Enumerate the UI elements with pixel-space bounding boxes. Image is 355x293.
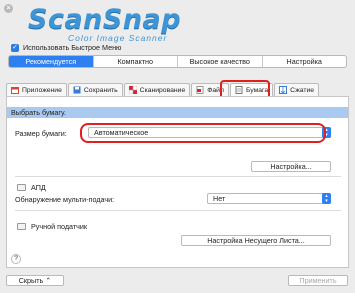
profile-compact[interactable]: Компактно xyxy=(94,56,178,67)
settings-tabs: Приложение Сохранить Сканирование Файл Б… xyxy=(6,83,320,96)
adf-icon xyxy=(17,184,26,191)
select-stepper-icon: ▴ ▾ xyxy=(322,193,331,204)
tab-save-label: Сохранить xyxy=(83,86,118,94)
multifeed-select[interactable]: Нет ▴ ▾ xyxy=(207,193,331,204)
section-divider xyxy=(15,176,341,177)
carrier-sheet-settings-button[interactable]: Настройка Несущего Листа... xyxy=(181,235,331,246)
logo-title: ScanSnap xyxy=(28,4,182,35)
section-divider xyxy=(15,210,341,211)
quick-menu-label: Использовать Быстрое Меню xyxy=(23,43,122,52)
hide-button[interactable]: Скрыть ⌃ xyxy=(6,275,64,286)
paper-settings-panel: Выбрать бумагу. Размер бумаги: Автоматич… xyxy=(6,96,349,268)
adf-label: АПД xyxy=(31,183,46,192)
paper-size-label: Размер бумаги: xyxy=(15,129,67,138)
profile-custom[interactable]: Настройка xyxy=(263,56,347,67)
tab-scanning[interactable]: Сканирование xyxy=(123,83,191,96)
apply-button[interactable]: Применить xyxy=(288,275,348,286)
chevron-up-icon: ⌃ xyxy=(45,276,52,285)
file-icon xyxy=(196,86,204,94)
hide-button-label: Скрыть xyxy=(18,276,44,285)
quick-menu-checkbox[interactable]: ✓ xyxy=(11,43,19,52)
help-button[interactable]: ? xyxy=(11,254,21,264)
quick-menu-option[interactable]: ✓ Использовать Быстрое Меню xyxy=(11,43,121,52)
scansnap-logo: ScanSnap Color Image Scanner xyxy=(28,4,328,43)
compression-icon xyxy=(279,86,288,94)
multifeed-label: Обнаружение мульти-подачи: xyxy=(15,195,115,204)
scan-icon xyxy=(128,85,137,95)
application-icon xyxy=(11,86,19,94)
manual-feeder-label: Ручной податчик xyxy=(31,222,88,231)
scansnap-settings-window: × ScanSnap Color Image Scanner ✓ Использ… xyxy=(0,0,355,293)
highlight-paper-size xyxy=(80,123,326,143)
tab-application-label: Приложение xyxy=(22,86,62,94)
panel-title: Выбрать бумагу. xyxy=(7,107,348,118)
manual-feeder-icon xyxy=(17,223,26,230)
save-icon xyxy=(73,86,81,94)
close-icon[interactable]: × xyxy=(4,4,13,13)
tab-application[interactable]: Приложение xyxy=(6,83,67,96)
paper-settings-button[interactable]: Настройка... xyxy=(251,161,331,172)
profile-recommended[interactable]: Рекомендуется xyxy=(9,56,94,67)
multifeed-value: Нет xyxy=(213,194,226,203)
profile-high-quality[interactable]: Высокое качество xyxy=(178,56,263,67)
logo-subtitle: Color Image Scanner xyxy=(68,33,168,43)
tab-compression[interactable]: Сжатие xyxy=(274,83,320,96)
profile-selector: Рекомендуется Компактно Высокое качество… xyxy=(8,55,347,68)
tab-compression-label: Сжатие xyxy=(290,86,315,94)
tab-scanning-label: Сканирование xyxy=(139,86,186,94)
tab-save[interactable]: Сохранить xyxy=(67,83,123,96)
